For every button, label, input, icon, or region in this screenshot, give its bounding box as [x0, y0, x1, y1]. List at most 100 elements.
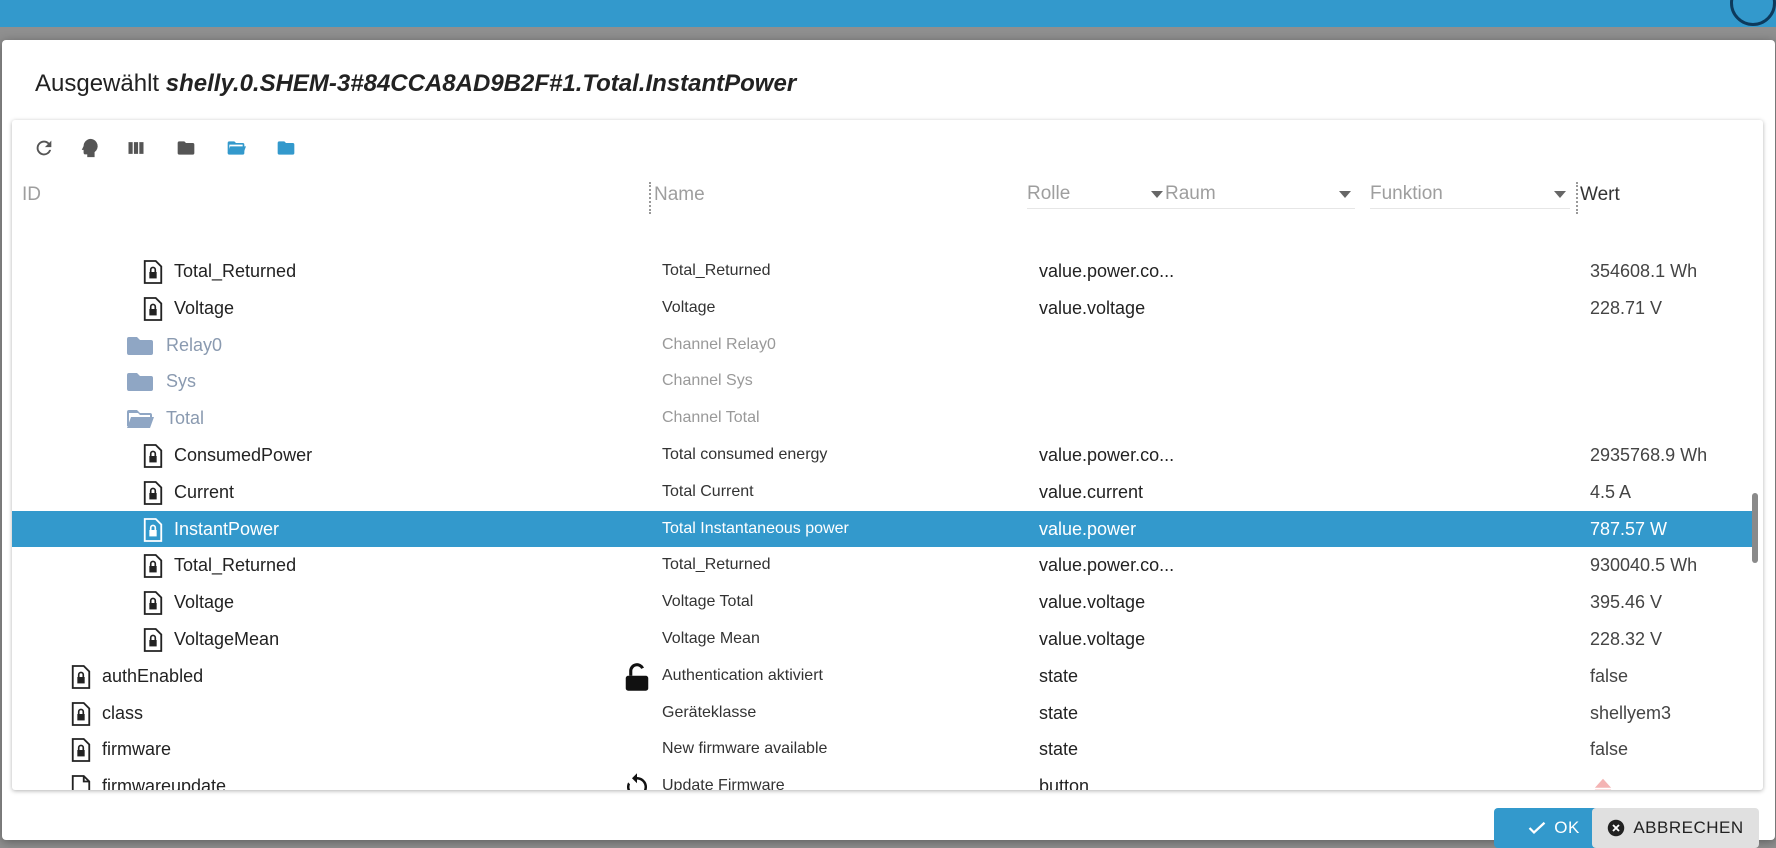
cancel-button-label: ABBRECHEN	[1633, 818, 1743, 838]
row-id: Total	[166, 400, 204, 437]
dialog-title: Ausgewählt shelly.0.SHEM-3#84CCA8AD9B2F#…	[35, 70, 796, 98]
row-value[interactable]: 354608.1 Wh	[1590, 253, 1697, 290]
row-name: Channel Sys	[662, 363, 753, 400]
expert-mode-icon[interactable]	[74, 132, 106, 164]
folder-icon	[126, 335, 154, 359]
row-id: ConsumedPower	[174, 437, 312, 474]
state-lock-icon	[142, 297, 164, 321]
row-name: Total Instantaneous power	[662, 511, 849, 548]
check-icon	[1528, 821, 1546, 835]
cancel-button[interactable]: ABBRECHEN	[1592, 808, 1759, 848]
refresh-icon[interactable]	[28, 132, 60, 164]
function-filter-select[interactable]: Funktion	[1370, 180, 1570, 209]
room-filter-select[interactable]: Raum	[1165, 180, 1355, 209]
row-role: value.power.co...	[1039, 437, 1174, 474]
file-icon	[70, 775, 92, 790]
row-role: value.power.co...	[1039, 547, 1174, 584]
state-lock-icon	[142, 554, 164, 578]
row-role: value.voltage	[1039, 584, 1145, 621]
row-id: authEnabled	[102, 658, 203, 695]
row-name: Authentication aktiviert	[662, 658, 823, 695]
role-filter-label: Rolle	[1027, 183, 1070, 205]
tree-folder-row[interactable]: Sys Channel Sys	[12, 363, 1752, 400]
column-resize-handle[interactable]	[1576, 182, 1578, 214]
table-row[interactable]: authEnabled Authentication aktiviert state…	[12, 658, 1752, 695]
column-header-value[interactable]: Wert	[1580, 184, 1620, 206]
state-lock-icon	[70, 738, 92, 762]
row-id: Current	[174, 474, 234, 511]
column-resize-handle[interactable]	[649, 182, 651, 214]
table-row[interactable]: VoltageVoltagevalue.voltage228.71 V	[12, 290, 1752, 327]
state-lock-icon	[142, 260, 164, 284]
row-value[interactable]: false	[1590, 658, 1628, 695]
scrollbar-thumb[interactable]	[1752, 493, 1758, 563]
ok-button-label: OK	[1554, 818, 1580, 838]
row-name: New firmware available	[662, 731, 827, 768]
state-lock-icon	[142, 518, 164, 542]
row-value[interactable]: false	[1590, 731, 1628, 768]
tree-folder-row[interactable]: Total Channel Total	[12, 400, 1752, 437]
chevron-down-icon	[1554, 191, 1566, 198]
tree-folder-row[interactable]: Relay0Channel Relay0	[12, 327, 1752, 364]
row-value[interactable]: 930040.5 Wh	[1590, 547, 1697, 584]
function-filter-label: Funktion	[1370, 183, 1443, 205]
column-header-id[interactable]: ID	[22, 184, 41, 206]
dialog-title-path: shelly.0.SHEM-3#84CCA8AD9B2F#1.Total.Ins…	[166, 70, 796, 97]
row-id: firmware	[102, 731, 171, 768]
table-row[interactable]: Voltage Voltage Total value.voltage 395.46 …	[12, 584, 1752, 621]
room-filter-label: Raum	[1165, 183, 1216, 205]
row-id: Voltage	[174, 584, 234, 621]
row-role: value.power.co...	[1039, 253, 1174, 290]
row-name: Update Firmware	[662, 768, 785, 790]
folder-open-icon[interactable]	[220, 132, 252, 164]
lock-open-icon	[622, 662, 654, 694]
row-value[interactable]: shellyem3	[1590, 695, 1671, 732]
row-role: value.current	[1039, 474, 1143, 511]
close-circle-icon	[1607, 819, 1625, 837]
folder-icon[interactable]	[170, 132, 202, 164]
row-value[interactable]: 787.57 W	[1590, 511, 1667, 548]
table-header: ID Name Rolle Raum Funktion Wert	[12, 172, 1763, 212]
table-row[interactable]: firmwareupdateUpdate Firmwarebutton	[12, 768, 1752, 790]
row-id: Sys	[166, 363, 196, 400]
eject-button-icon[interactable]	[1592, 777, 1614, 790]
row-role: state	[1039, 731, 1078, 768]
table-row[interactable]: VoltageMeanVoltage Meanvalue.voltage228.…	[12, 621, 1752, 658]
table-row[interactable]: Total_ReturnedTotal_Returnedvalue.power.…	[12, 547, 1752, 584]
row-name: Geräteklasse	[662, 695, 756, 732]
table-row[interactable]: class Geräteklasse state shellyem3	[12, 695, 1752, 732]
state-lock-icon	[142, 444, 164, 468]
table-row[interactable]: ConsumedPower Total consumed energy value.…	[12, 437, 1752, 474]
object-browser: ID Name Rolle Raum Funktion Wert Total_R…	[12, 120, 1763, 790]
row-name: Total consumed energy	[662, 437, 827, 474]
chevron-down-icon	[1151, 191, 1163, 198]
vertical-scrollbar[interactable]	[1749, 253, 1759, 790]
row-value[interactable]: 228.32 V	[1590, 621, 1662, 658]
row-name: Channel Relay0	[662, 327, 776, 364]
table-row[interactable]: Total_ReturnedTotal_Returnedvalue.power.…	[12, 253, 1752, 290]
state-lock-icon	[70, 702, 92, 726]
table-row[interactable]: InstantPowerTotal Instantaneous powerval…	[12, 511, 1752, 548]
select-id-dialog: Ausgewählt shelly.0.SHEM-3#84CCA8AD9B2F#…	[2, 40, 1775, 840]
row-role: state	[1039, 658, 1078, 695]
row-name: Voltage Total	[662, 584, 753, 621]
row-id: firmwareupdate	[102, 768, 226, 790]
row-value[interactable]: 395.46 V	[1590, 584, 1662, 621]
table-row[interactable]: CurrentTotal Currentvalue.current4.5 A	[12, 474, 1752, 511]
row-value[interactable]: 228.71 V	[1590, 290, 1662, 327]
columns-icon[interactable]	[120, 132, 152, 164]
state-lock-icon	[142, 628, 164, 652]
row-value[interactable]: 4.5 A	[1590, 474, 1631, 511]
column-header-name[interactable]: Name	[654, 184, 705, 206]
row-id: class	[102, 695, 143, 732]
row-role: state	[1039, 695, 1078, 732]
folder-icon	[126, 371, 154, 395]
role-filter-select[interactable]: Rolle	[1027, 180, 1167, 209]
row-name: Total_Returned	[662, 253, 771, 290]
row-value[interactable]: 2935768.9 Wh	[1590, 437, 1707, 474]
object-tree-list: Total_ReturnedTotal_Returnedvalue.power.…	[12, 253, 1752, 790]
row-name: Channel Total	[662, 400, 760, 437]
table-row[interactable]: firmware New firmware available state false	[12, 731, 1752, 768]
folder-blue-icon[interactable]	[270, 132, 302, 164]
user-avatar[interactable]	[1730, 0, 1776, 26]
